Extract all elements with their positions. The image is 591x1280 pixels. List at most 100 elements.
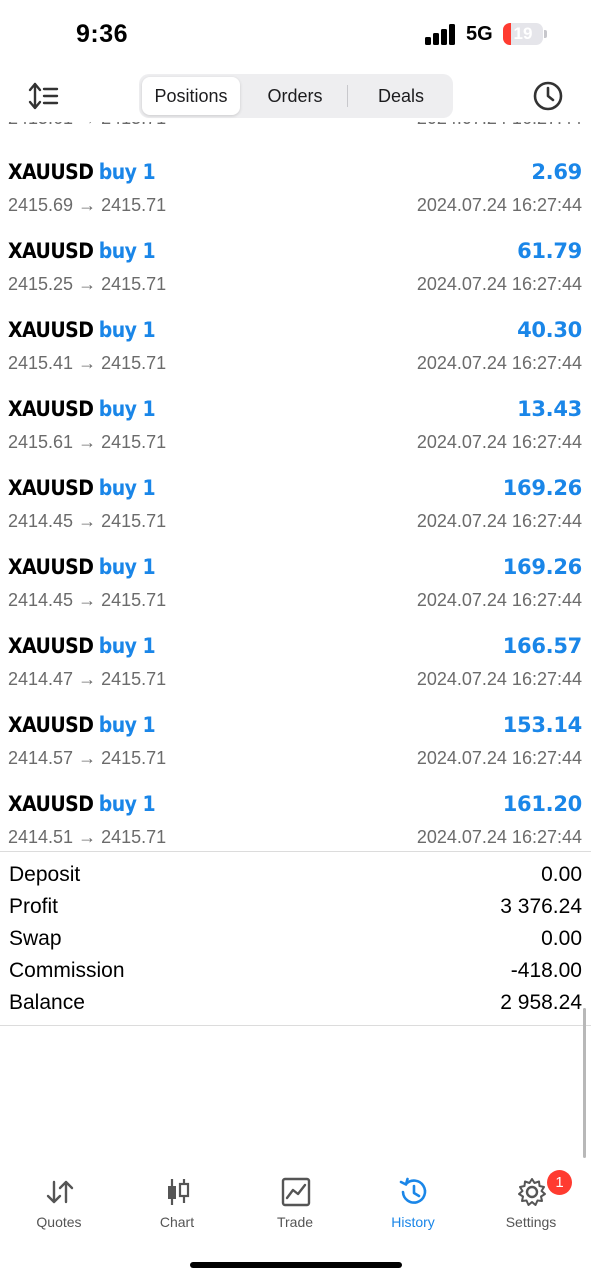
- deal-row[interactable]: XAUUSD buy 1 40.30 2415.41 → 2415.71 2024.07…: [0, 288, 591, 373]
- tab-label: Chart: [159, 1214, 195, 1230]
- tab-trade[interactable]: Trade: [240, 1170, 350, 1240]
- status-time: 9:36: [76, 20, 129, 48]
- tab-settings[interactable]: 1 Settings: [476, 1170, 586, 1240]
- cellular-signal-icon: [425, 24, 457, 45]
- deal-type: buy 1: [98, 397, 156, 421]
- tab-label: Settings: [505, 1214, 557, 1230]
- deal-profit: 169.26: [502, 555, 583, 579]
- deal-type: buy 1: [98, 792, 156, 816]
- battery-level: 19: [513, 24, 533, 43]
- deal-symbol: XAUUSD: [8, 318, 94, 342]
- summary-divider-bottom: [0, 1025, 591, 1026]
- sort-button[interactable]: [28, 80, 60, 112]
- tab-label: Trade: [276, 1214, 314, 1230]
- deal-time: 2024.07.24 16:27:44: [416, 827, 582, 847]
- deal-row[interactable]: XAUUSD buy 1 161.20 2414.51 → 2415.71 2024.0…: [0, 762, 591, 847]
- deal-symbol-line: XAUUSD buy 1: [8, 318, 156, 342]
- deal-symbol-line: XAUUSD buy 1: [8, 555, 156, 579]
- tab-label: Quotes: [36, 1214, 82, 1230]
- notification-badge: 1: [547, 1170, 572, 1195]
- clock-icon: [533, 81, 563, 111]
- scrollbar[interactable]: [583, 1008, 586, 1158]
- deal-type: buy 1: [98, 634, 156, 658]
- tab-positions[interactable]: Positions: [142, 77, 240, 115]
- gear-icon: [518, 1178, 546, 1206]
- deal-symbol: XAUUSD: [8, 792, 94, 816]
- deal-profit: 161.20: [502, 792, 583, 816]
- tab-history[interactable]: History: [358, 1170, 468, 1240]
- deal-row[interactable]: XAUUSD buy 1 61.79 2415.25 → 2415.71 2024.07…: [0, 209, 591, 294]
- deals-list[interactable]: 2415.61 → 2415.71 2024.07.24 16:27:44 XA…: [0, 122, 591, 852]
- deal-symbol: XAUUSD: [8, 239, 94, 263]
- network-type: 5G: [466, 23, 493, 45]
- summary-label: Swap: [9, 927, 62, 950]
- summary: Deposit 0.00 Profit 3 376.24 Swap 0.00 C…: [0, 858, 591, 1018]
- deal-row[interactable]: XAUUSD buy 1 13.43 2415.61 → 2415.71 2024.07…: [0, 367, 591, 452]
- open-price: 2414.51: [8, 827, 74, 847]
- partial-time: 2024.07.24 16:27:44: [417, 122, 582, 129]
- deal-symbol-line: XAUUSD buy 1: [8, 160, 156, 184]
- summary-label: Deposit: [9, 863, 81, 886]
- deal-symbol-line: XAUUSD buy 1: [8, 634, 156, 658]
- deal-row[interactable]: XAUUSD buy 1 2.69 2415.69 → 2415.71 2024.07.…: [0, 130, 591, 215]
- tab-deals[interactable]: Deals: [351, 77, 451, 115]
- summary-commission: Commission -418.00: [0, 954, 591, 986]
- deal-symbol: XAUUSD: [8, 160, 94, 184]
- summary-value: 2 958.24: [500, 991, 582, 1014]
- battery-icon: 19: [503, 23, 543, 45]
- deal-profit: 61.79: [517, 239, 582, 263]
- deal-type: buy 1: [98, 476, 156, 500]
- segment-divider: [347, 85, 348, 107]
- deal-symbol-line: XAUUSD buy 1: [8, 792, 156, 816]
- segmented-control: Positions Orders Deals: [139, 74, 453, 118]
- deal-type: buy 1: [98, 318, 156, 342]
- deal-profit: 13.43: [517, 397, 582, 421]
- deal-row[interactable]: XAUUSD buy 1 153.14 2414.57 → 2415.71 2024.0…: [0, 683, 591, 768]
- history-period-button[interactable]: [531, 79, 565, 113]
- deal-profit: 166.57: [502, 634, 583, 658]
- partial-row: 2415.61 → 2415.71 2024.07.24 16:27:44: [0, 122, 591, 130]
- tab-quotes[interactable]: Quotes: [4, 1170, 114, 1240]
- tab-chart[interactable]: Chart: [122, 1170, 232, 1240]
- deal-profit: 2.69: [531, 160, 582, 184]
- deal-symbol-line: XAUUSD buy 1: [8, 713, 156, 737]
- deal-type: buy 1: [98, 713, 156, 737]
- deal-row[interactable]: XAUUSD buy 1 169.26 2414.45 → 2415.71 2024.0…: [0, 446, 591, 531]
- summary-value: 0.00: [541, 863, 582, 886]
- status-bar: 9:36 5G 19: [0, 0, 591, 70]
- tab-label: History: [391, 1214, 435, 1230]
- trade-chart-icon: [281, 1177, 311, 1207]
- summary-divider-top: [0, 851, 591, 852]
- summary-value: -418.00: [510, 959, 582, 982]
- deal-row[interactable]: XAUUSD buy 1 169.26 2414.45 → 2415.71 2024.0…: [0, 525, 591, 610]
- summary-value: 0.00: [541, 927, 582, 950]
- deal-row[interactable]: XAUUSD buy 1 166.57 2414.47 → 2415.71 2024.0…: [0, 604, 591, 689]
- summary-label: Profit: [9, 895, 59, 918]
- close-price: 2415.71: [101, 827, 167, 847]
- deal-profit: 40.30: [517, 318, 582, 342]
- deal-symbol: XAUUSD: [8, 555, 94, 579]
- deal-symbol-line: XAUUSD buy 1: [8, 476, 156, 500]
- deal-symbol: XAUUSD: [8, 713, 94, 737]
- summary-deposit: Deposit 0.00: [0, 858, 591, 890]
- summary-label: Balance: [9, 991, 85, 1014]
- bottom-tab-bar: Quotes Chart Trade History 1 Settings: [0, 1170, 591, 1240]
- partial-prices: 2415.61 → 2415.71: [8, 122, 166, 128]
- quotes-arrows-icon: [46, 1180, 74, 1204]
- summary-swap: Swap 0.00: [0, 922, 591, 954]
- sort-icon: [28, 82, 59, 110]
- tab-orders[interactable]: Orders: [245, 77, 345, 115]
- history-icon: [399, 1177, 427, 1204]
- candlestick-icon: [168, 1179, 190, 1205]
- summary-profit: Profit 3 376.24: [0, 890, 591, 922]
- home-indicator: [190, 1262, 402, 1268]
- deal-symbol: XAUUSD: [8, 634, 94, 658]
- summary-label: Commission: [9, 959, 125, 982]
- battery-cap: [544, 30, 547, 38]
- deal-symbol: XAUUSD: [8, 397, 94, 421]
- deal-profit: 169.26: [502, 476, 583, 500]
- deal-type: buy 1: [98, 239, 156, 263]
- arrow-right-icon: →: [78, 827, 97, 847]
- deal-symbol-line: XAUUSD buy 1: [8, 239, 156, 263]
- deal-type: buy 1: [98, 160, 156, 184]
